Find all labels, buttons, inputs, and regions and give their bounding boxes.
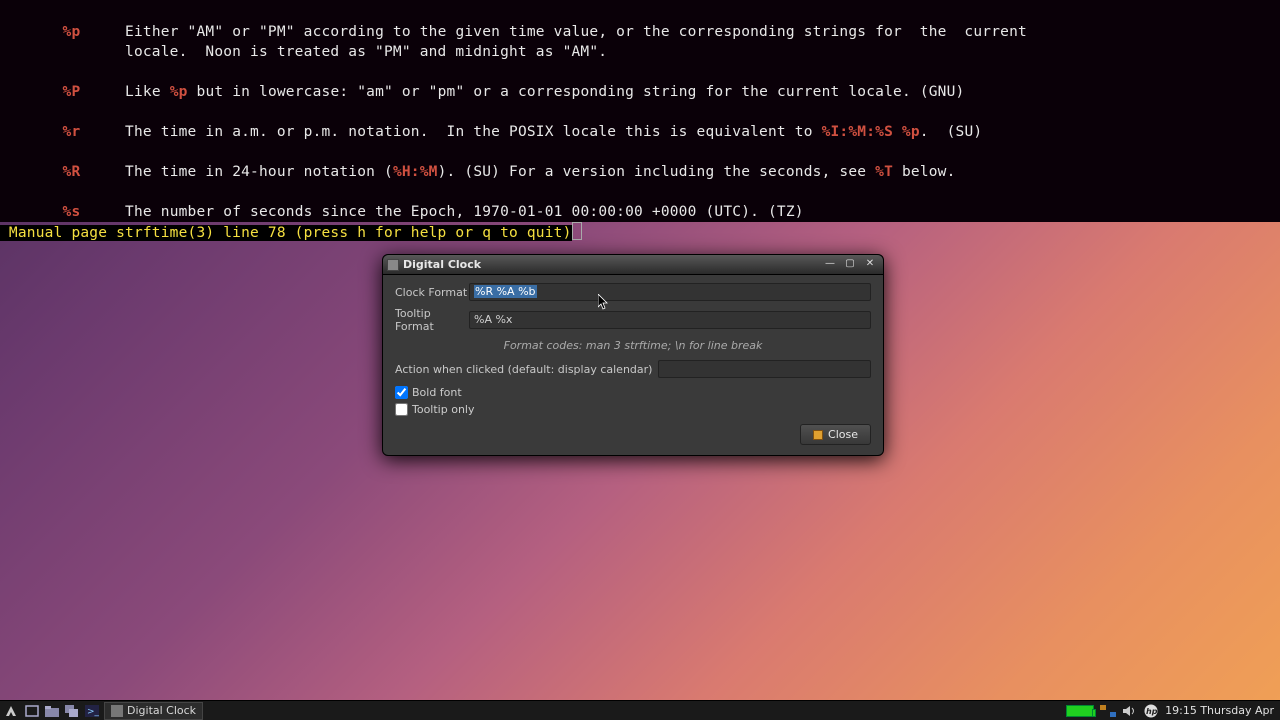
close-button-label: Close: [828, 428, 858, 441]
dialog-title: Digital Clock: [403, 258, 819, 271]
taskbar-clock[interactable]: 19:15 Thursday Apr: [1163, 704, 1280, 717]
terminal-icon[interactable]: >_: [83, 702, 101, 720]
minimize-button[interactable]: —: [821, 258, 839, 272]
tooltip-only-label[interactable]: Tooltip only: [412, 403, 474, 416]
network-icon[interactable]: [1100, 705, 1116, 717]
tooltip-only-checkbox[interactable]: [395, 403, 408, 416]
tooltip-format-value: %A %x: [474, 313, 512, 326]
dialog-app-icon: [387, 259, 399, 271]
battery-icon[interactable]: [1066, 705, 1094, 717]
svg-text:hp: hp: [1146, 707, 1158, 716]
show-desktop-icon[interactable]: [23, 702, 41, 720]
clock-format-value: %R %A %b: [474, 285, 537, 298]
close-window-button[interactable]: ✕: [861, 258, 879, 272]
clock-format-label: Clock Format: [395, 286, 469, 299]
format-hint: Format codes: man 3 strftime; \n for lin…: [395, 339, 871, 352]
clock-format-input[interactable]: %R %A %b: [469, 283, 871, 301]
task-app-icon: [111, 705, 123, 717]
terminal-manpage[interactable]: %p Either "AM" or "PM" according to the …: [0, 0, 1280, 222]
task-label: Digital Clock: [127, 704, 196, 717]
volume-icon[interactable]: [1122, 705, 1136, 717]
terminal-cursor: [572, 222, 582, 240]
close-button[interactable]: Close: [800, 424, 871, 445]
bold-font-checkbox[interactable]: [395, 386, 408, 399]
bold-font-label[interactable]: Bold font: [412, 386, 462, 399]
close-icon: [813, 430, 823, 440]
tooltip-format-label: Tooltip Format: [395, 307, 469, 333]
system-tray: hp 19:15 Thursday Apr: [1063, 704, 1280, 718]
svg-text:>_: >_: [87, 707, 99, 717]
window-list-icon[interactable]: [63, 702, 81, 720]
taskbar: >_ Digital Clock hp 19:15 Thursday Apr: [0, 700, 1280, 720]
manpage-status-line: Manual page strftime(3) line 78 (press h…: [0, 225, 572, 241]
taskbar-task-digital-clock[interactable]: Digital Clock: [104, 702, 203, 720]
digital-clock-dialog: Digital Clock — ▢ ✕ Clock Format %R %A %…: [382, 254, 884, 456]
action-label: Action when clicked (default: display ca…: [395, 363, 652, 376]
hp-logo-icon[interactable]: hp: [1142, 704, 1160, 718]
dialog-titlebar[interactable]: Digital Clock — ▢ ✕: [383, 255, 883, 275]
tooltip-format-input[interactable]: %A %x: [469, 311, 871, 329]
action-input[interactable]: [658, 360, 871, 378]
maximize-button[interactable]: ▢: [841, 258, 859, 272]
start-menu-button[interactable]: [1, 701, 21, 720]
file-manager-icon[interactable]: [43, 702, 61, 720]
